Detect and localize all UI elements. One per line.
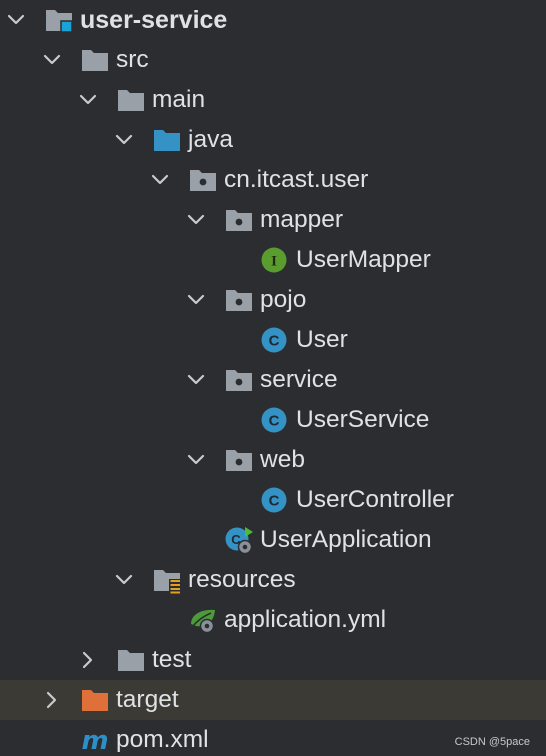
tree-item-cn-itcast-user[interactable]: cn.itcast.user [0,160,546,200]
tree-item-resources[interactable]: resources [0,560,546,600]
chevron-down-icon[interactable] [78,90,98,110]
chevron-down-icon[interactable] [186,370,206,390]
package-icon [224,206,254,234]
tree-item-label: target [116,686,179,713]
tree-item-usermapper[interactable]: I UserMapper [0,240,546,280]
package-icon [224,366,254,394]
tree-item-pojo[interactable]: pojo [0,280,546,320]
spring-boot-app-icon: C [224,526,254,555]
folder-icon [116,646,146,674]
tree-item-test[interactable]: test [0,640,546,680]
tree-item-userapplication[interactable]: C UserApplication [0,520,546,560]
chevron-down-icon[interactable] [150,170,170,190]
tree-item-user[interactable]: C User [0,320,546,360]
tree-item-label: UserApplication [260,526,432,553]
tree-item-label: mapper [260,206,344,233]
tree-item-src[interactable]: src [0,40,546,80]
svg-text:C: C [269,413,280,430]
tree-item-label: main [152,86,206,113]
tree-item-label: resources [188,566,296,593]
tree-item-target[interactable]: target [0,680,546,720]
class-icon: C [260,406,290,434]
tree-item-label: UserService [296,406,430,433]
tree-item-label: application.yml [224,606,387,633]
tree-item-web[interactable]: web [0,440,546,480]
resources-folder-icon [152,566,182,594]
maven-icon: m [80,726,110,756]
tree-item-label: user-service [80,6,228,34]
chevron-down-icon[interactable] [114,130,134,150]
tree-item-label: java [188,126,233,153]
chevron-right-icon[interactable] [78,650,98,670]
folder-icon [80,46,110,74]
package-icon [188,166,218,194]
tree-item-label: src [116,46,149,73]
package-icon [224,446,254,474]
tree-item-label: UserMapper [296,246,431,273]
tree-item-main[interactable]: main [0,80,546,120]
watermark: CSDN @5pace [454,736,530,748]
package-icon [224,286,254,314]
tree-item-label: User [296,326,348,353]
excluded-folder-icon [80,686,110,714]
svg-text:I: I [271,254,277,270]
module-folder-icon [44,6,74,34]
source-folder-icon [152,126,182,154]
tree-item-service[interactable]: service [0,360,546,400]
tree-item-label: cn.itcast.user [224,166,369,193]
tree-item-application-yml[interactable]: application.yml [0,600,546,640]
tree-item-label: service [260,366,338,393]
chevron-down-icon[interactable] [114,570,134,590]
class-icon: C [260,486,290,514]
tree-item-userservice[interactable]: C UserService [0,400,546,440]
tree-item-label: test [152,646,192,673]
class-icon: C [260,326,290,354]
chevron-down-icon[interactable] [42,50,62,70]
folder-icon [116,86,146,114]
tree-item-label: web [260,446,305,473]
interface-icon: I [260,246,290,274]
chevron-down-icon[interactable] [6,10,26,30]
tree-item-user-service[interactable]: user-service [0,0,546,40]
chevron-down-icon[interactable] [186,210,206,230]
chevron-down-icon[interactable] [186,290,206,310]
project-tree: user-service src main java cn.itcast.user map… [0,0,546,756]
tree-item-usercontroller[interactable]: C UserController [0,480,546,520]
svg-text:C: C [269,493,280,510]
svg-text:m: m [81,726,108,754]
tree-item-label: UserController [296,486,454,513]
tree-item-java[interactable]: java [0,120,546,160]
chevron-right-icon[interactable] [42,690,62,710]
spring-yaml-icon [188,606,218,634]
tree-item-label: pojo [260,286,307,313]
chevron-down-icon[interactable] [186,450,206,470]
tree-item-label: pom.xml [116,726,209,753]
svg-text:C: C [269,333,280,350]
tree-item-mapper[interactable]: mapper [0,200,546,240]
